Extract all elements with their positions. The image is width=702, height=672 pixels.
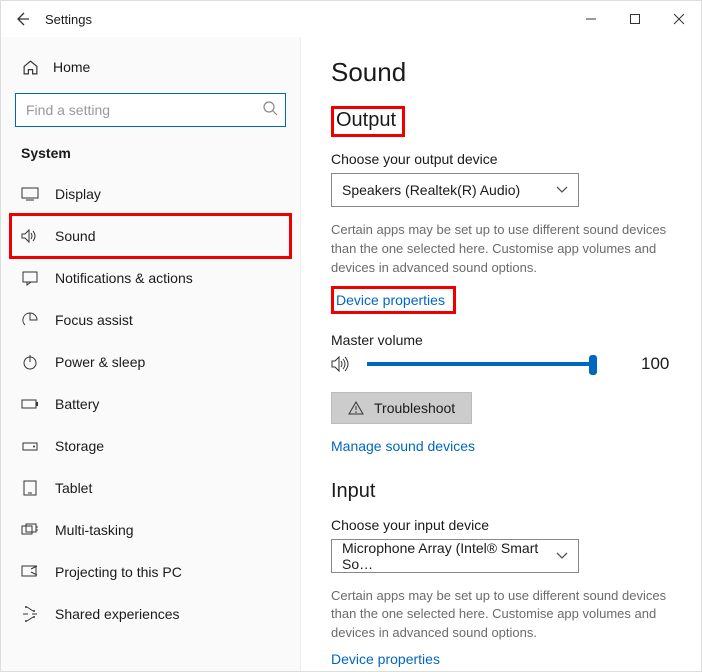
input-note: Certain apps may be set up to use differ… xyxy=(331,587,671,644)
input-choose-label: Choose your input device xyxy=(331,517,671,533)
troubleshoot-label: Troubleshoot xyxy=(374,400,455,416)
sidebar-item-label: Display xyxy=(55,186,101,202)
project-icon xyxy=(21,565,39,579)
home-label: Home xyxy=(53,59,90,75)
sidebar-item-shared-experiences[interactable]: Shared experiences xyxy=(15,593,286,635)
sidebar-item-label: Storage xyxy=(55,438,104,454)
sidebar-item-sound[interactable]: Sound xyxy=(15,215,286,257)
input-device-properties-link[interactable]: Device properties xyxy=(331,651,440,667)
highlight-device-properties: Device properties xyxy=(331,286,456,314)
master-volume-slider[interactable] xyxy=(367,354,595,374)
output-device-properties-link[interactable]: Device properties xyxy=(336,292,445,308)
highlight-output-heading: Output xyxy=(331,106,405,137)
output-choose-label: Choose your output device xyxy=(331,151,671,167)
search-icon xyxy=(262,100,278,116)
home-icon xyxy=(21,59,39,76)
sidebar-home[interactable]: Home xyxy=(15,47,286,87)
sidebar-item-label: Projecting to this PC xyxy=(55,564,182,580)
window-controls xyxy=(569,1,701,37)
sidebar-item-storage[interactable]: Storage xyxy=(15,425,286,467)
output-note: Certain apps may be set up to use differ… xyxy=(331,221,671,278)
sidebar-item-battery[interactable]: Battery xyxy=(15,383,286,425)
output-device-select[interactable]: Speakers (Realtek(R) Audio) xyxy=(331,173,579,207)
warning-icon xyxy=(348,401,364,415)
sidebar-item-power-sleep[interactable]: Power & sleep xyxy=(15,341,286,383)
sidebar-item-display[interactable]: Display xyxy=(15,173,286,215)
input-heading: Input xyxy=(331,480,671,503)
display-icon xyxy=(21,187,39,201)
sidebar-item-notifications[interactable]: Notifications & actions xyxy=(15,257,286,299)
main-content: Sound Output Choose your output device S… xyxy=(301,37,701,672)
search-input[interactable] xyxy=(15,93,286,127)
maximize-button[interactable] xyxy=(613,1,657,37)
window-title: Settings xyxy=(45,12,92,27)
input-device-value: Microphone Array (Intel® Smart So… xyxy=(342,540,556,572)
sidebar-item-label: Notifications & actions xyxy=(55,270,193,286)
sidebar-item-label: Power & sleep xyxy=(55,354,145,370)
notifications-icon xyxy=(21,270,39,286)
input-device-select[interactable]: Microphone Array (Intel® Smart So… xyxy=(331,539,579,573)
sidebar-item-label: Sound xyxy=(55,228,95,244)
sidebar: Home System Display Sound Notifications … xyxy=(1,37,301,672)
sidebar-item-label: Battery xyxy=(55,396,99,412)
shared-icon xyxy=(21,606,39,622)
output-device-value: Speakers (Realtek(R) Audio) xyxy=(342,182,520,198)
manage-sound-devices-link[interactable]: Manage sound devices xyxy=(331,438,475,454)
sidebar-item-label: Multi-tasking xyxy=(55,522,134,538)
sidebar-item-focus-assist[interactable]: Focus assist xyxy=(15,299,286,341)
sound-icon xyxy=(21,228,39,244)
sidebar-item-projecting[interactable]: Projecting to this PC xyxy=(15,551,286,593)
sidebar-item-multitasking[interactable]: Multi-tasking xyxy=(15,509,286,551)
settings-window: Settings Home xyxy=(0,0,702,672)
sidebar-item-tablet[interactable]: Tablet xyxy=(15,467,286,509)
storage-icon xyxy=(21,440,39,452)
battery-icon xyxy=(21,398,39,410)
output-heading: Output xyxy=(336,109,396,132)
focus-icon xyxy=(21,312,39,328)
sidebar-item-label: Shared experiences xyxy=(55,606,180,622)
chevron-down-icon xyxy=(556,552,568,560)
close-button[interactable] xyxy=(657,1,701,37)
master-volume-value: 100 xyxy=(641,354,669,374)
speaker-icon[interactable] xyxy=(331,355,351,373)
chevron-down-icon xyxy=(556,186,568,194)
titlebar: Settings xyxy=(1,1,701,37)
back-icon[interactable] xyxy=(13,11,31,27)
sidebar-category: System xyxy=(15,141,286,173)
troubleshoot-button[interactable]: Troubleshoot xyxy=(331,392,472,424)
minimize-button[interactable] xyxy=(569,1,613,37)
page-title: Sound xyxy=(331,57,671,88)
power-icon xyxy=(21,354,39,370)
sidebar-item-label: Focus assist xyxy=(55,312,133,328)
master-volume-label: Master volume xyxy=(331,332,671,348)
tablet-icon xyxy=(21,480,39,496)
sidebar-item-label: Tablet xyxy=(55,480,92,496)
multitask-icon xyxy=(21,523,39,537)
